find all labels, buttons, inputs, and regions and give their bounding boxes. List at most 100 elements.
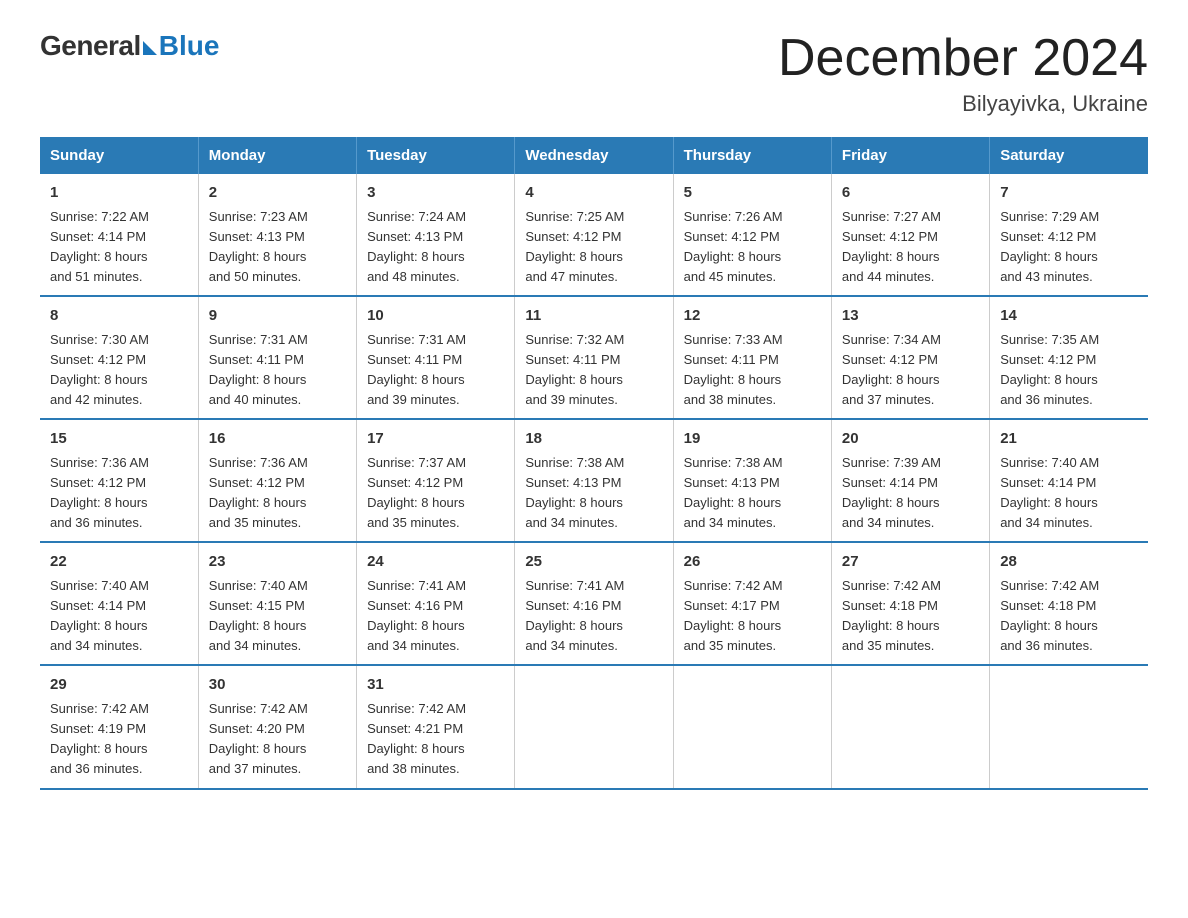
day-info: Sunrise: 7:36 AMSunset: 4:12 PMDaylight:… <box>50 455 149 530</box>
table-row: 1 Sunrise: 7:22 AMSunset: 4:14 PMDaylight… <box>40 174 198 296</box>
day-info: Sunrise: 7:36 AMSunset: 4:12 PMDaylight:… <box>209 455 308 530</box>
day-number: 9 <box>209 305 346 328</box>
page-header: General Blue December 2024 Bilyayivka, U… <box>40 30 1148 117</box>
table-row <box>990 665 1148 788</box>
table-row: 19Sunrise: 7:38 AMSunset: 4:13 PMDayligh… <box>673 419 831 542</box>
day-number: 10 <box>367 305 504 328</box>
table-row: 31Sunrise: 7:42 AMSunset: 4:21 PMDayligh… <box>357 665 515 788</box>
table-row: 27 Sunrise: 7:42 AMSunset: 4:18 PMDayligh… <box>831 542 989 665</box>
logo-general: General <box>40 30 141 62</box>
table-row: 16Sunrise: 7:36 AMSunset: 4:12 PMDayligh… <box>198 419 356 542</box>
table-row: 14 Sunrise: 7:35 AMSunset: 4:12 PMDayligh… <box>990 296 1148 419</box>
day-info: Sunrise: 7:38 AMSunset: 4:13 PMDaylight:… <box>684 455 783 530</box>
table-row: 9 Sunrise: 7:31 AMSunset: 4:11 PMDaylight… <box>198 296 356 419</box>
table-row: 4Sunrise: 7:25 AMSunset: 4:12 PMDaylight… <box>515 174 673 296</box>
day-info: Sunrise: 7:24 AMSunset: 4:13 PMDaylight:… <box>367 209 466 284</box>
day-info: Sunrise: 7:42 AMSunset: 4:18 PMDaylight:… <box>842 578 941 653</box>
day-info: Sunrise: 7:32 AMSunset: 4:11 PMDaylight:… <box>525 332 624 407</box>
day-number: 21 <box>1000 428 1138 451</box>
day-info: Sunrise: 7:41 AMSunset: 4:16 PMDaylight:… <box>525 578 624 653</box>
table-row: 11 Sunrise: 7:32 AMSunset: 4:11 PMDayligh… <box>515 296 673 419</box>
day-number: 6 <box>842 182 979 205</box>
calendar-header-row: Sunday Monday Tuesday Wednesday Thursday… <box>40 137 1148 174</box>
table-row: 5 Sunrise: 7:26 AMSunset: 4:12 PMDaylight… <box>673 174 831 296</box>
day-info: Sunrise: 7:42 AMSunset: 4:17 PMDaylight:… <box>684 578 783 653</box>
day-number: 22 <box>50 551 188 574</box>
calendar-week-row: 22 Sunrise: 7:40 AMSunset: 4:14 PMDayligh… <box>40 542 1148 665</box>
day-info: Sunrise: 7:42 AMSunset: 4:19 PMDaylight:… <box>50 701 149 776</box>
table-row <box>515 665 673 788</box>
day-info: Sunrise: 7:41 AMSunset: 4:16 PMDaylight:… <box>367 578 466 653</box>
day-number: 5 <box>684 182 821 205</box>
logo-triangle-icon <box>143 41 157 55</box>
table-row: 18Sunrise: 7:38 AMSunset: 4:13 PMDayligh… <box>515 419 673 542</box>
day-number: 25 <box>525 551 662 574</box>
day-info: Sunrise: 7:29 AMSunset: 4:12 PMDaylight:… <box>1000 209 1099 284</box>
day-number: 8 <box>50 305 188 328</box>
day-number: 27 <box>842 551 979 574</box>
table-row: 25 Sunrise: 7:41 AMSunset: 4:16 PMDayligh… <box>515 542 673 665</box>
day-number: 30 <box>209 674 346 697</box>
day-number: 12 <box>684 305 821 328</box>
table-row: 24 Sunrise: 7:41 AMSunset: 4:16 PMDayligh… <box>357 542 515 665</box>
day-number: 24 <box>367 551 504 574</box>
day-number: 26 <box>684 551 821 574</box>
day-info: Sunrise: 7:34 AMSunset: 4:12 PMDaylight:… <box>842 332 941 407</box>
col-tuesday: Tuesday <box>357 137 515 174</box>
calendar-week-row: 15Sunrise: 7:36 AMSunset: 4:12 PMDayligh… <box>40 419 1148 542</box>
day-number: 11 <box>525 305 662 328</box>
day-number: 13 <box>842 305 979 328</box>
calendar-body: 1 Sunrise: 7:22 AMSunset: 4:14 PMDaylight… <box>40 174 1148 788</box>
table-row: 22 Sunrise: 7:40 AMSunset: 4:14 PMDayligh… <box>40 542 198 665</box>
day-info: Sunrise: 7:38 AMSunset: 4:13 PMDaylight:… <box>525 455 624 530</box>
day-info: Sunrise: 7:25 AMSunset: 4:12 PMDaylight:… <box>525 209 624 284</box>
day-info: Sunrise: 7:40 AMSunset: 4:14 PMDaylight:… <box>50 578 149 653</box>
day-number: 28 <box>1000 551 1138 574</box>
day-info: Sunrise: 7:27 AMSunset: 4:12 PMDaylight:… <box>842 209 941 284</box>
table-row: 21 Sunrise: 7:40 AMSunset: 4:14 PMDayligh… <box>990 419 1148 542</box>
day-number: 31 <box>367 674 504 697</box>
day-info: Sunrise: 7:33 AMSunset: 4:11 PMDaylight:… <box>684 332 783 407</box>
day-info: Sunrise: 7:35 AMSunset: 4:12 PMDaylight:… <box>1000 332 1099 407</box>
calendar-week-row: 29Sunrise: 7:42 AMSunset: 4:19 PMDayligh… <box>40 665 1148 788</box>
col-sunday: Sunday <box>40 137 198 174</box>
day-number: 3 <box>367 182 504 205</box>
location: Bilyayivka, Ukraine <box>778 91 1148 117</box>
title-block: December 2024 Bilyayivka, Ukraine <box>778 30 1148 117</box>
day-info: Sunrise: 7:26 AMSunset: 4:12 PMDaylight:… <box>684 209 783 284</box>
calendar-week-row: 1 Sunrise: 7:22 AMSunset: 4:14 PMDaylight… <box>40 174 1148 296</box>
table-row: 17Sunrise: 7:37 AMSunset: 4:12 PMDayligh… <box>357 419 515 542</box>
table-row: 6 Sunrise: 7:27 AMSunset: 4:12 PMDaylight… <box>831 174 989 296</box>
table-row: 12 Sunrise: 7:33 AMSunset: 4:11 PMDayligh… <box>673 296 831 419</box>
table-row: 26 Sunrise: 7:42 AMSunset: 4:17 PMDayligh… <box>673 542 831 665</box>
table-row <box>673 665 831 788</box>
day-info: Sunrise: 7:42 AMSunset: 4:18 PMDaylight:… <box>1000 578 1099 653</box>
logo-blue: Blue <box>159 30 220 62</box>
day-number: 17 <box>367 428 504 451</box>
table-row: 20 Sunrise: 7:39 AMSunset: 4:14 PMDayligh… <box>831 419 989 542</box>
col-thursday: Thursday <box>673 137 831 174</box>
day-number: 7 <box>1000 182 1138 205</box>
day-info: Sunrise: 7:40 AMSunset: 4:14 PMDaylight:… <box>1000 455 1099 530</box>
logo: General Blue <box>40 30 219 62</box>
table-row: 3 Sunrise: 7:24 AMSunset: 4:13 PMDaylight… <box>357 174 515 296</box>
day-info: Sunrise: 7:39 AMSunset: 4:14 PMDaylight:… <box>842 455 941 530</box>
month-title: December 2024 <box>778 30 1148 87</box>
day-number: 1 <box>50 182 188 205</box>
col-friday: Friday <box>831 137 989 174</box>
table-row: 28 Sunrise: 7:42 AMSunset: 4:18 PMDayligh… <box>990 542 1148 665</box>
table-row: 7 Sunrise: 7:29 AMSunset: 4:12 PMDaylight… <box>990 174 1148 296</box>
calendar-week-row: 8Sunrise: 7:30 AMSunset: 4:12 PMDaylight… <box>40 296 1148 419</box>
day-info: Sunrise: 7:23 AMSunset: 4:13 PMDaylight:… <box>209 209 308 284</box>
table-row: 13 Sunrise: 7:34 AMSunset: 4:12 PMDayligh… <box>831 296 989 419</box>
day-number: 14 <box>1000 305 1138 328</box>
table-row: 29Sunrise: 7:42 AMSunset: 4:19 PMDayligh… <box>40 665 198 788</box>
day-info: Sunrise: 7:31 AMSunset: 4:11 PMDaylight:… <box>209 332 308 407</box>
col-saturday: Saturday <box>990 137 1148 174</box>
table-row: 23Sunrise: 7:40 AMSunset: 4:15 PMDayligh… <box>198 542 356 665</box>
day-number: 20 <box>842 428 979 451</box>
day-info: Sunrise: 7:22 AMSunset: 4:14 PMDaylight:… <box>50 209 149 284</box>
day-number: 23 <box>209 551 346 574</box>
day-info: Sunrise: 7:42 AMSunset: 4:20 PMDaylight:… <box>209 701 308 776</box>
table-row <box>831 665 989 788</box>
